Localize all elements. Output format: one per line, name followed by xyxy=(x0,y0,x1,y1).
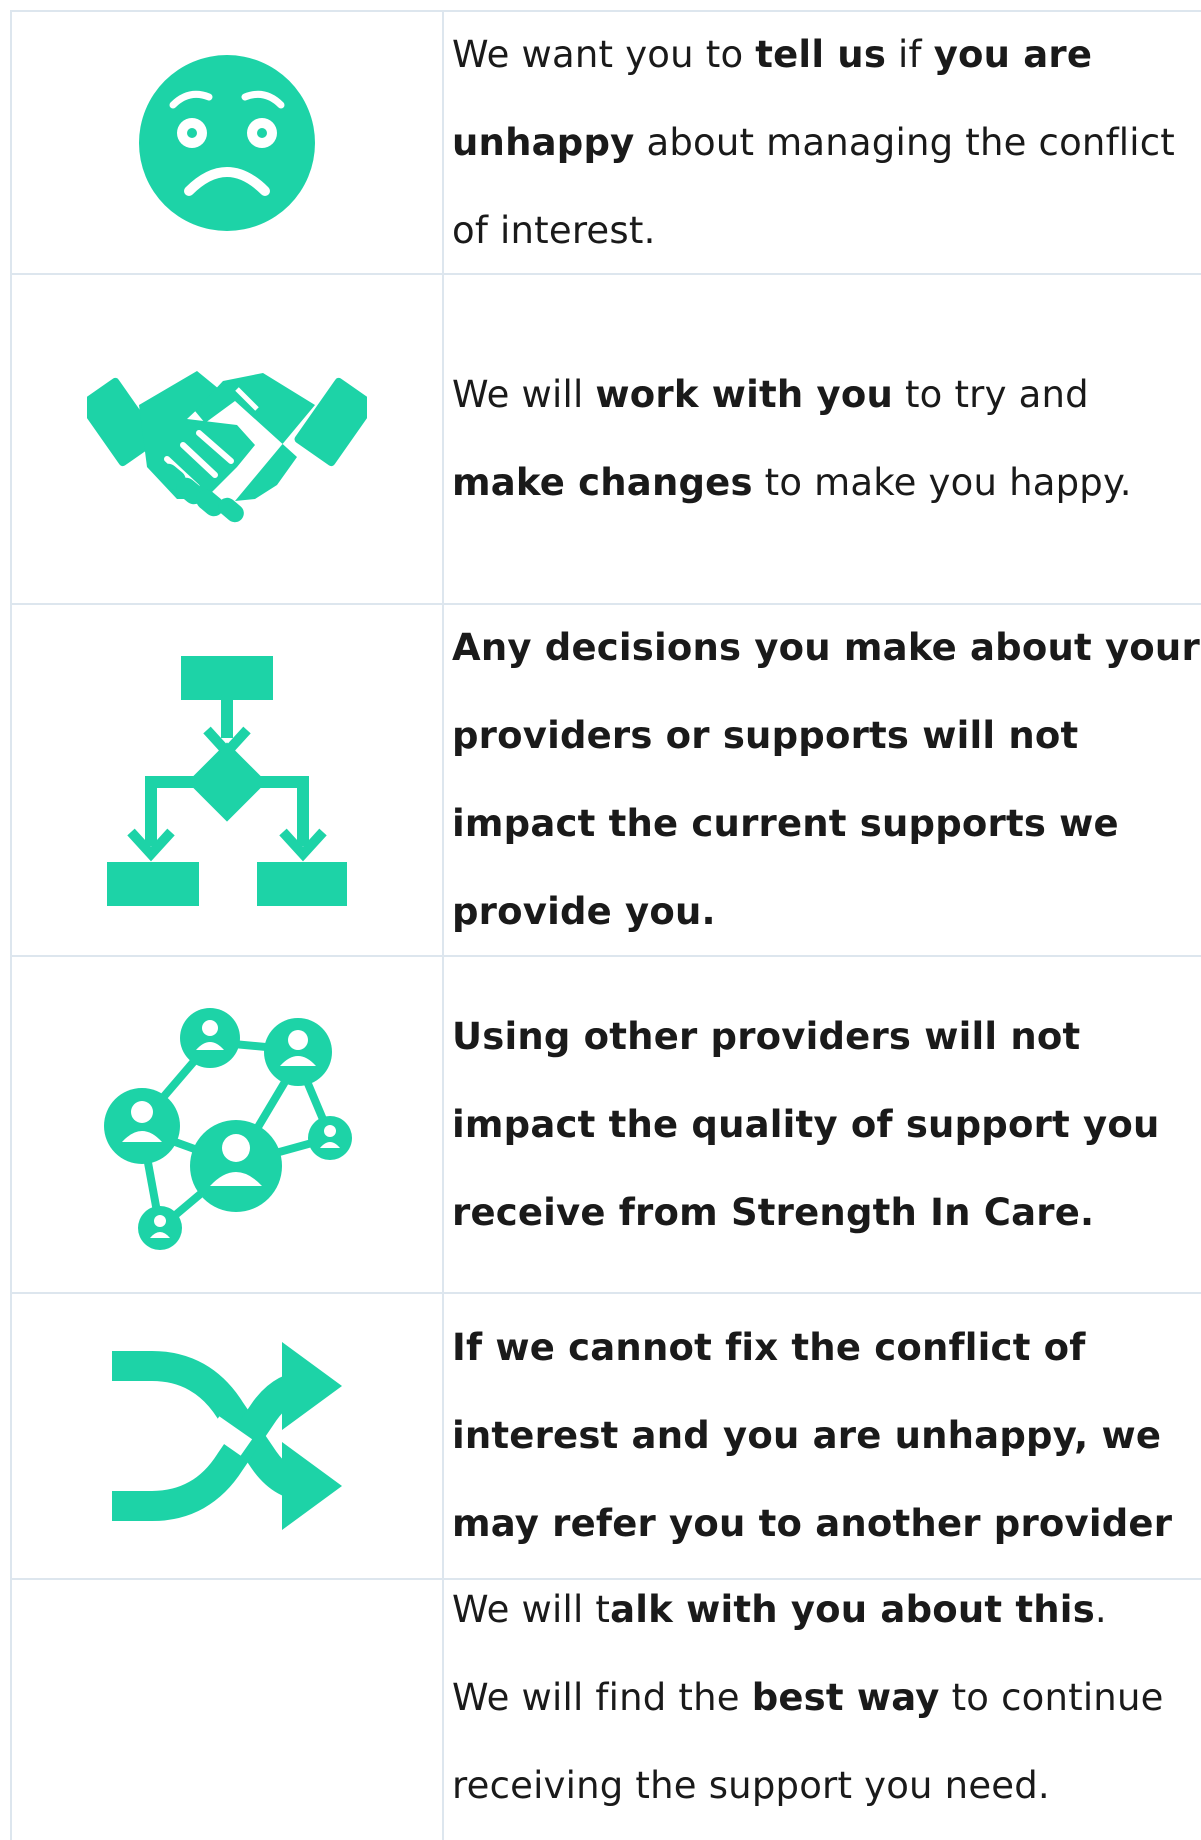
paragraph: We will work with you to try and make ch… xyxy=(452,351,1132,527)
bold-text-run: work with you xyxy=(595,373,893,416)
text-cell: We will work with you to try and make ch… xyxy=(444,275,1201,603)
text-line: receive from Strength In Care. xyxy=(452,1190,1095,1234)
worried-face-icon xyxy=(139,54,315,231)
flowchart-icon xyxy=(107,656,347,906)
text-run: We will find the xyxy=(452,1676,752,1719)
bold-text-run: alk with you about this xyxy=(610,1588,1095,1631)
text-run: to make you happy. xyxy=(752,461,1132,504)
text-run: receiving the support you need. xyxy=(452,1764,1050,1807)
people-network-icon xyxy=(104,1007,352,1250)
text-line: provide you. xyxy=(452,890,716,933)
icon-cell xyxy=(12,605,444,955)
table-row: If we cannot fix the conflict of interes… xyxy=(12,1294,1201,1580)
bold-text-run: make changes xyxy=(452,461,753,504)
icon-cell xyxy=(12,1580,444,1840)
icon-cell xyxy=(12,1294,444,1578)
text-cell: Using other providers will not impact th… xyxy=(444,957,1201,1292)
paragraph: If we cannot fix the conflict of interes… xyxy=(452,1304,1172,1568)
text-line: We will talk with you about this. xyxy=(452,1580,1164,1654)
text-run: We will xyxy=(452,373,596,416)
text-line: Using other providers will not xyxy=(452,1014,1081,1058)
text-run: to try and xyxy=(893,373,1089,416)
text-run: to continue xyxy=(939,1676,1164,1719)
easy-read-table: We want you to tell us if you are unhapp… xyxy=(10,10,1201,1840)
text-cell: We want you to tell us if you are unhapp… xyxy=(444,12,1201,273)
bold-text-run: you are xyxy=(933,32,1093,76)
text-run: We want you to xyxy=(452,32,756,76)
table-row: We will work with you to try and make ch… xyxy=(12,275,1201,605)
text-line: We want you to tell us if you are xyxy=(452,12,1175,99)
paragraph: Any decisions you make about your provid… xyxy=(452,605,1200,955)
text-line: providers or supports will not xyxy=(452,714,1079,757)
text-line: Any decisions you make about your xyxy=(452,626,1200,669)
text-cell: If we cannot fix the conflict of interes… xyxy=(444,1294,1201,1578)
table-row: We want you to tell us if you are unhapp… xyxy=(12,12,1201,275)
icon-cell xyxy=(12,275,444,603)
text-line: may refer you to another provider xyxy=(452,1502,1173,1545)
text-line: We will find the best way to continue xyxy=(452,1654,1164,1742)
icon-cell xyxy=(12,957,444,1292)
bold-text-run: tell us xyxy=(755,32,887,76)
bold-text-run: best way xyxy=(751,1676,940,1719)
text-cell: We will talk with you about this. We wil… xyxy=(444,1580,1201,1840)
shuffle-arrows-icon xyxy=(112,1342,342,1530)
text-line: impact the quality of support you xyxy=(452,1102,1160,1146)
paragraph: Using other providers will not impact th… xyxy=(452,993,1160,1257)
text-line: We will work with you to try and xyxy=(452,351,1132,439)
text-line: of interest. xyxy=(452,187,1175,274)
text-run: about managing the conflict xyxy=(634,120,1176,164)
table-row: Using other providers will not impact th… xyxy=(12,957,1201,1294)
icon-cell xyxy=(12,12,444,273)
table-row: Any decisions you make about your provid… xyxy=(12,605,1201,957)
handshake-icon xyxy=(87,371,367,523)
paragraph: We want you to tell us if you are unhapp… xyxy=(452,12,1175,273)
text-line: make changes to make you happy. xyxy=(452,439,1132,527)
text-run: of interest. xyxy=(452,208,656,252)
text-line: If we cannot fix the conflict of xyxy=(452,1326,1086,1369)
text-run: if xyxy=(886,32,934,76)
text-line: interest and you are unhappy, we xyxy=(452,1414,1162,1457)
paragraph: We will talk with you about this. We wil… xyxy=(452,1580,1164,1830)
text-line: receiving the support you need. xyxy=(452,1742,1164,1830)
table-row: We will talk with you about this. We wil… xyxy=(12,1580,1201,1840)
text-cell: Any decisions you make about your provid… xyxy=(444,605,1201,955)
bold-text-run: unhappy xyxy=(452,120,635,164)
text-line: unhappy about managing the conflict xyxy=(452,99,1175,187)
text-line: impact the current supports we xyxy=(452,802,1119,845)
text-run: We will t xyxy=(452,1588,611,1631)
text-run: . xyxy=(1094,1588,1107,1631)
